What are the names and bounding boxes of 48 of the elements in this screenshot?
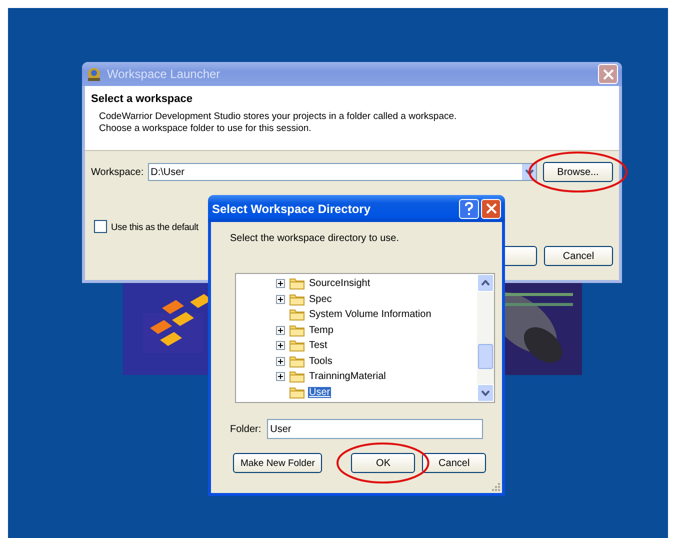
tree-item[interactable]: User [308,386,332,398]
scroll-down-button[interactable] [477,384,494,402]
chevron-icon [524,169,534,175]
tree-item[interactable]: Temp [308,324,334,336]
folder-icon [289,370,305,384]
tree-item[interactable]: SourceInsight [308,278,372,290]
close-button[interactable] [481,198,501,218]
close-button[interactable] [598,64,618,84]
chevron-icon [481,390,490,396]
new-folder-button[interactable]: Make New Folder [233,453,322,473]
window-title: Workspace Launcher [107,67,222,81]
close-icon [602,68,614,80]
prompt-text: Select the workspace directory to use. [230,233,400,244]
tree-item[interactable]: Tools [308,356,334,367]
scroll-thumb[interactable] [478,344,493,369]
folder-icon [289,308,305,322]
folder-icon [289,354,305,368]
folder-icon [289,324,305,337]
cancel-button[interactable]: Cancel [544,246,613,266]
folder-icon [289,386,305,399]
checkbox[interactable] [94,220,107,233]
field-label: Workspace: [91,166,144,178]
chevron-icon [481,280,490,286]
help-icon [464,202,474,215]
checkbox-label: Use this as the default [111,222,198,232]
folder-icon [289,277,305,290]
resize-grip-icon [491,482,501,492]
description-text: Choose a workspace folder to use for this session. [98,123,312,135]
tree-item[interactable]: Test [308,340,328,352]
workspace-combo[interactable]: D:\User [148,163,537,181]
folder-icon [289,292,305,306]
tree-item[interactable]: System Volume Information [308,309,432,320]
scrollbar[interactable] [477,274,494,402]
help-button[interactable] [459,198,479,218]
scroll-up-button[interactable] [477,274,494,292]
app-icon [86,66,102,82]
close-icon [486,203,496,214]
ok-button[interactable]: OK [351,453,416,473]
tree-item[interactable]: TrainningMaterial [308,371,387,382]
folder-field[interactable]: User [267,419,484,439]
window-title: Select Workspace Directory [212,202,372,216]
folder-icon [289,339,305,352]
heading: Select a workspace [91,93,194,105]
tree-item[interactable]: Spec [308,294,333,305]
cancel-button[interactable]: Cancel [422,453,486,473]
field-label: Folder: [230,424,262,434]
description-text: CodeWarrior Development Studio stores your projects in a folder called a workspace. [98,111,458,123]
browse-button[interactable]: Browse... [543,162,613,182]
